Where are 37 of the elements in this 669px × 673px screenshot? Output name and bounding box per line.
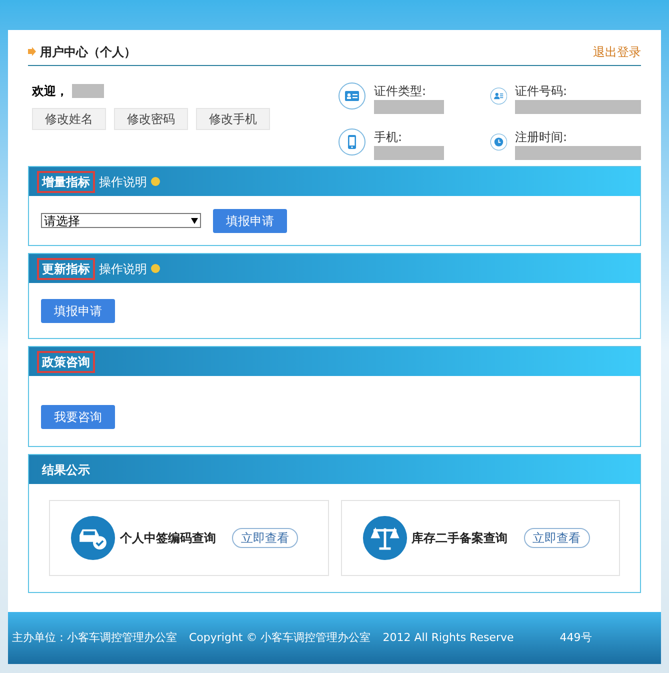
redacted-block xyxy=(374,146,444,160)
edit-button[interactable]: 修改密码 xyxy=(114,108,188,130)
section-title: 结果公示 xyxy=(40,462,91,478)
edit-button[interactable]: 修改手机 xyxy=(196,108,270,130)
phone-icon xyxy=(338,128,366,156)
field-label: 手机: xyxy=(374,129,404,146)
arrow-icon xyxy=(28,47,36,56)
section-title: 增量指标 xyxy=(37,170,95,192)
dropdown-arrow-icon xyxy=(191,218,198,224)
id-card-icon xyxy=(338,82,366,110)
help-link[interactable]: 操作说明 xyxy=(99,172,147,190)
logout-link[interactable]: 退出登录 xyxy=(593,42,641,60)
card-label: 个人中签编码查询 xyxy=(120,530,216,547)
help-link[interactable]: 操作说明 xyxy=(99,260,147,278)
primary-button[interactable]: 填报申请 xyxy=(41,298,115,322)
welcome-text: 欢迎， xyxy=(32,83,68,100)
car-check-icon xyxy=(70,515,116,561)
footer-text: 主办单位：小客车调控管理办公室 xyxy=(12,630,177,646)
field-label: 证件类型: xyxy=(374,83,428,100)
edit-button[interactable]: 修改姓名 xyxy=(32,108,106,130)
primary-button[interactable]: 我要咨询 xyxy=(41,405,115,429)
field-label: 注册时间: xyxy=(515,129,568,146)
footer-text: Copyright © 小客车调控管理办公室 xyxy=(189,630,371,646)
scale-icon xyxy=(362,515,408,561)
redacted-block xyxy=(374,100,444,114)
card-label: 库存二手备案查询 xyxy=(412,530,508,547)
primary-button[interactable]: 填报申请 xyxy=(213,208,287,232)
footer-text: 449号 xyxy=(560,630,592,646)
view-button[interactable]: 立即查看 xyxy=(232,528,298,548)
footer-text: 2012 All Rights Reserve xyxy=(382,630,514,646)
view-button[interactable]: 立即查看 xyxy=(524,528,590,548)
redacted-block xyxy=(72,84,104,98)
page-title: 用户中心（个人） xyxy=(40,44,136,60)
section-title: 政策咨询 xyxy=(37,350,95,372)
field-label: 证件号码: xyxy=(515,83,568,100)
section-title: 更新指标 xyxy=(37,258,95,280)
select-dropdown[interactable]: 请选择 xyxy=(41,213,201,228)
